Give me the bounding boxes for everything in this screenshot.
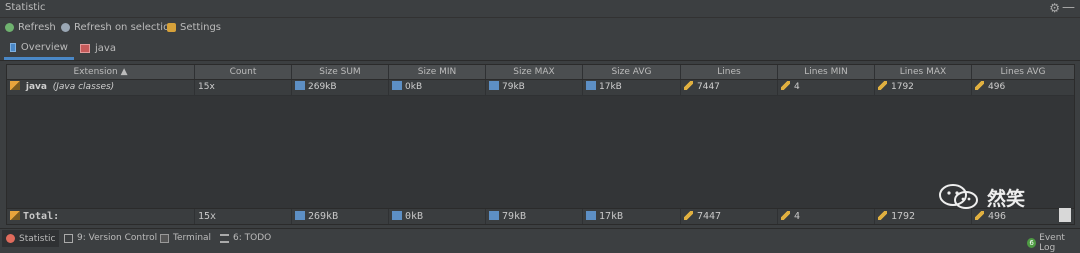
column-header-lines[interactable]: Lines bbox=[681, 65, 778, 79]
statusbar-todo-tab[interactable]: 6: TODO bbox=[220, 233, 271, 243]
overview-icon bbox=[10, 43, 16, 52]
total-row: Total: 15x 269kB 0kB 79kB 17kB 7447 4 17… bbox=[7, 208, 1074, 224]
statusbar-terminal-tab[interactable]: Terminal bbox=[160, 233, 211, 243]
disk-icon bbox=[295, 81, 305, 90]
todo-icon bbox=[220, 233, 229, 243]
tab-overview-label: Overview bbox=[20, 42, 68, 53]
cell-extension: java (Java classes) bbox=[7, 80, 195, 95]
statistics-table: Extension ▲ Count Size SUM Size MIN Size… bbox=[6, 64, 1075, 225]
version-control-icon bbox=[64, 233, 73, 243]
file-icon bbox=[10, 81, 20, 90]
column-header-size-max[interactable]: Size MAX bbox=[486, 65, 583, 79]
total-size-min: 0kB bbox=[389, 209, 486, 224]
tab-java-label: java bbox=[95, 43, 116, 54]
column-header-extension[interactable]: Extension ▲ bbox=[7, 65, 195, 79]
window-title: Statistic bbox=[5, 2, 46, 13]
column-header-lines-avg[interactable]: Lines AVG bbox=[972, 65, 1074, 79]
minimize-icon[interactable]: — bbox=[1062, 0, 1075, 15]
settings-label: Settings bbox=[180, 22, 222, 33]
pencil-icon bbox=[878, 81, 887, 90]
toolbar: Refresh Refresh on selection Settings bbox=[0, 18, 1080, 38]
total-label: Total: bbox=[7, 209, 195, 224]
file-icon bbox=[10, 211, 20, 220]
total-size-avg: 17kB bbox=[583, 209, 681, 224]
java-tab-icon bbox=[80, 44, 90, 53]
cell-size-max: 79kB bbox=[486, 80, 583, 95]
tab-overview[interactable]: Overview bbox=[4, 38, 74, 60]
statusbar-version-control-tab[interactable]: 9: Version Control bbox=[64, 233, 157, 243]
pencil-icon bbox=[781, 81, 790, 90]
title-bar: Statistic ⚙ — bbox=[0, 0, 1080, 18]
refresh-button[interactable]: Refresh bbox=[5, 22, 56, 33]
cell-lines-min: 4 bbox=[778, 80, 875, 95]
disk-icon bbox=[392, 211, 402, 220]
statistic-icon bbox=[6, 234, 15, 243]
settings-icon bbox=[167, 23, 176, 32]
refresh-icon bbox=[5, 23, 14, 32]
sort-ascending-icon: ▲ bbox=[120, 67, 128, 77]
pencil-icon bbox=[975, 211, 984, 220]
gear-icon[interactable]: ⚙ bbox=[1049, 1, 1060, 15]
pencil-icon bbox=[684, 81, 693, 90]
column-header-size-sum[interactable]: Size SUM bbox=[292, 65, 389, 79]
total-lines-min: 4 bbox=[778, 209, 875, 224]
event-log-button[interactable]: 6 Event Log bbox=[1027, 233, 1080, 253]
watermark-text: 然笑 bbox=[987, 187, 1026, 210]
cell-lines: 7447 bbox=[681, 80, 778, 95]
disk-icon bbox=[392, 81, 402, 90]
cell-lines-max: 1792 bbox=[875, 80, 972, 95]
statusbar-statistic-tab[interactable]: Statistic bbox=[2, 230, 60, 247]
column-header-size-min[interactable]: Size MIN bbox=[389, 65, 486, 79]
disk-icon bbox=[586, 211, 596, 220]
status-bar: Statistic 9: Version Control Terminal 6:… bbox=[0, 228, 1080, 253]
column-header-lines-min[interactable]: Lines MIN bbox=[778, 65, 875, 79]
wechat-logo-icon bbox=[939, 184, 978, 209]
column-header-size-avg[interactable]: Size AVG bbox=[583, 65, 681, 79]
pencil-icon bbox=[684, 211, 693, 220]
refresh-selection-icon bbox=[61, 23, 70, 32]
column-header-count[interactable]: Count bbox=[195, 65, 292, 79]
terminal-icon bbox=[160, 233, 169, 243]
pencil-icon bbox=[878, 211, 887, 220]
tab-bar: Overview java bbox=[0, 38, 1080, 61]
pencil-icon bbox=[781, 211, 790, 220]
scrollbar-thumb[interactable] bbox=[1059, 208, 1071, 222]
total-lines-max: 1792 bbox=[875, 209, 972, 224]
total-lines: 7447 bbox=[681, 209, 778, 224]
table-row[interactable]: java (Java classes) 15x 269kB 0kB 79kB 1… bbox=[7, 80, 1074, 96]
cell-size-sum: 269kB bbox=[292, 80, 389, 95]
refresh-selection-label: Refresh on selection bbox=[74, 22, 176, 33]
total-lines-avg: 496 bbox=[972, 209, 1057, 224]
total-count: 15x bbox=[195, 209, 292, 224]
cell-size-avg: 17kB bbox=[583, 80, 681, 95]
cell-size-min: 0kB bbox=[389, 80, 486, 95]
watermark: 然笑 bbox=[937, 183, 1025, 211]
cell-lines-avg: 496 bbox=[972, 80, 1074, 95]
refresh-label: Refresh bbox=[18, 22, 56, 33]
disk-icon bbox=[295, 211, 305, 220]
refresh-on-selection-button[interactable]: Refresh on selection bbox=[61, 22, 176, 33]
pencil-icon bbox=[975, 81, 984, 90]
tab-java[interactable]: java bbox=[74, 38, 122, 59]
total-size-sum: 269kB bbox=[292, 209, 389, 224]
settings-button[interactable]: Settings bbox=[167, 22, 221, 33]
column-header-lines-max[interactable]: Lines MAX bbox=[875, 65, 972, 79]
disk-icon bbox=[489, 81, 499, 90]
disk-icon bbox=[586, 81, 596, 90]
cell-count: 15x bbox=[195, 80, 292, 95]
disk-icon bbox=[489, 211, 499, 220]
total-size-max: 79kB bbox=[486, 209, 583, 224]
table-header: Extension ▲ Count Size SUM Size MIN Size… bbox=[7, 65, 1074, 80]
